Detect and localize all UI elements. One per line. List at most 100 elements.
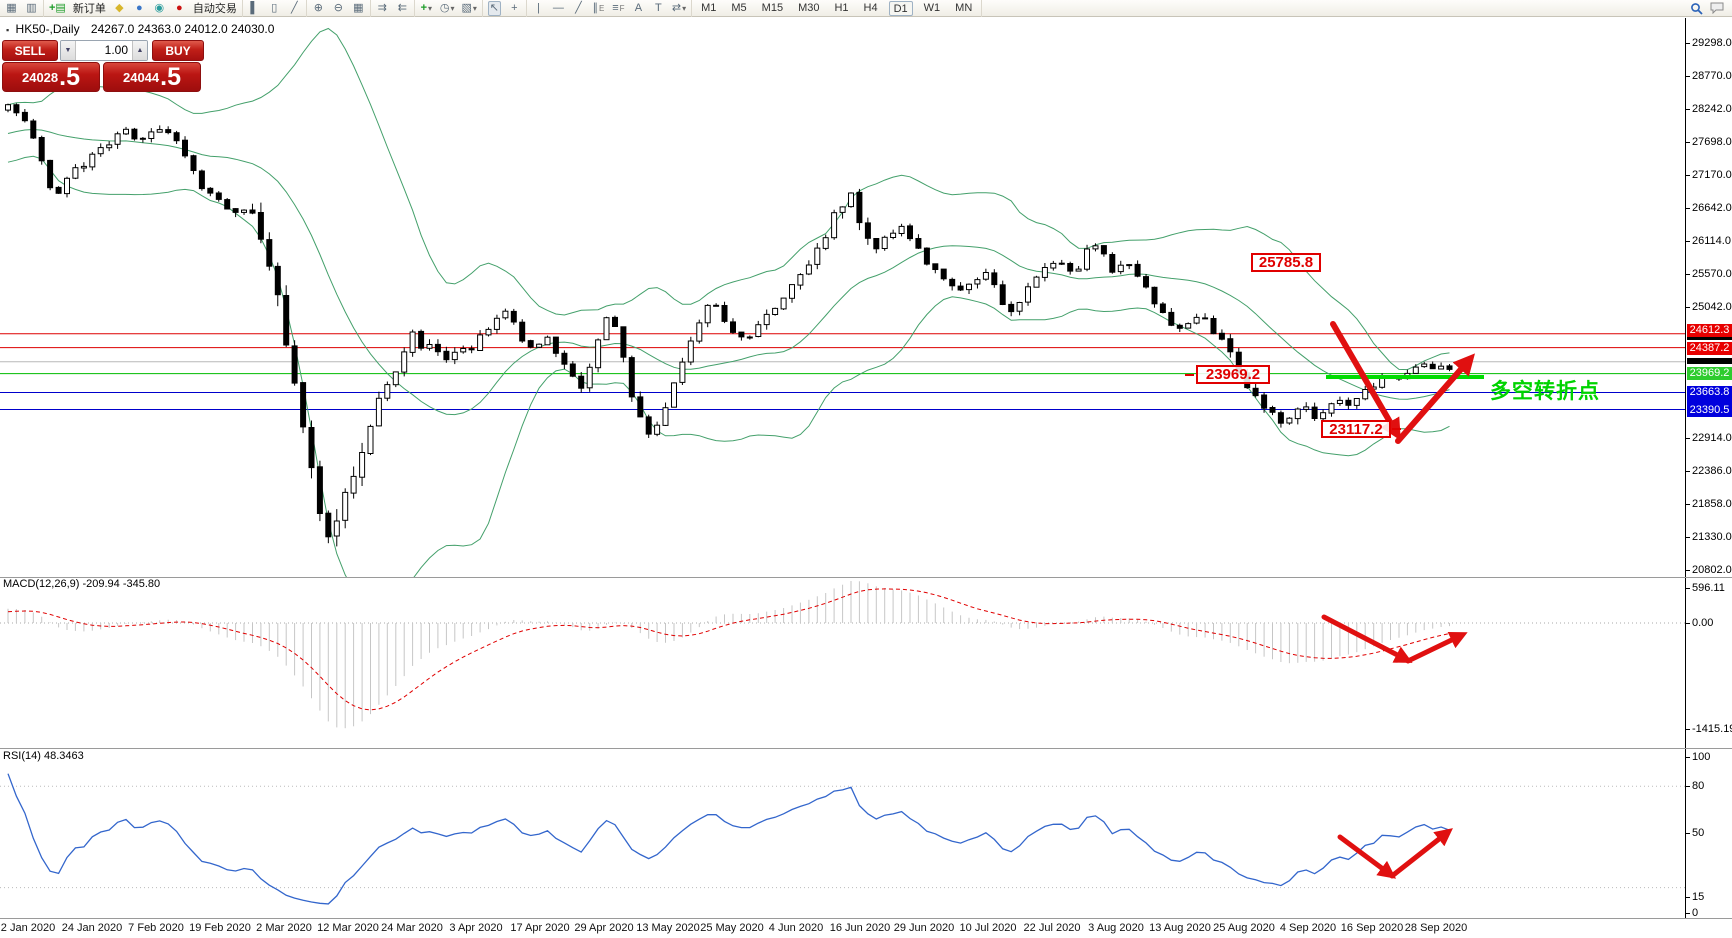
- price-axis-label: 29298.0: [1692, 37, 1732, 49]
- date-axis-label: 24 Mar 2020: [381, 922, 443, 934]
- price-tag: [1687, 358, 1732, 364]
- annotation-pivot: 23969.2: [1196, 365, 1270, 384]
- toolbar-group-indicators: +▾ ◷▾ ▧▾: [415, 0, 483, 17]
- timeframe-button-H1[interactable]: H1: [830, 1, 852, 16]
- timeframe-button-M30[interactable]: M30: [794, 1, 823, 16]
- date-axis-label: 2 Jan 2020: [1, 922, 55, 934]
- text-icon[interactable]: A: [632, 1, 645, 16]
- timeframe-button-W1[interactable]: W1: [920, 1, 945, 16]
- swing-low-dash: [1392, 428, 1401, 430]
- fibonacci-icon[interactable]: ≡F: [612, 1, 625, 16]
- chart-title: ▪ HK50-,Daily 24267.0 24363.0 24012.0 24…: [6, 22, 274, 36]
- one-click-trading-panel: SELL ▼ 1.00 ▲ BUY 24028 .5 24044 .5: [2, 40, 204, 92]
- macd-label: MACD(12,26,9) -209.94 -345.80: [3, 578, 160, 590]
- zoom-out-icon[interactable]: ⊖: [332, 1, 345, 16]
- macd-axis-label: 0.00: [1692, 617, 1713, 629]
- channel-icon[interactable]: ∥E: [592, 1, 605, 16]
- volume-stepper[interactable]: ▼ 1.00 ▲: [60, 40, 148, 61]
- sell-button[interactable]: SELL: [2, 40, 58, 61]
- chart-canvas[interactable]: [0, 0, 1732, 938]
- metaeditor-icon[interactable]: ◆: [113, 1, 126, 16]
- date-axis-label: 29 Apr 2020: [574, 922, 633, 934]
- horizontal-line-icon[interactable]: —: [552, 1, 565, 16]
- price-axis-label: 27698.0: [1692, 136, 1732, 148]
- periods-icon[interactable]: ◷▾: [440, 1, 455, 16]
- price-axis-label: 20802.0: [1692, 564, 1732, 576]
- volume-decrease-button[interactable]: ▼: [61, 41, 76, 60]
- toolbar-group-chart-type: ▌ ▯ ╱: [243, 0, 307, 17]
- line-chart-icon[interactable]: ╱: [288, 1, 301, 16]
- timeframe-button-MN[interactable]: MN: [951, 1, 976, 16]
- search-icon[interactable]: [1690, 1, 1703, 16]
- zoom-in-icon[interactable]: ⊕: [312, 1, 325, 16]
- date-axis-label: 25 May 2020: [700, 922, 764, 934]
- timeframe-button-H4[interactable]: H4: [860, 1, 882, 16]
- volume-increase-button[interactable]: ▲: [132, 41, 147, 60]
- buy-button[interactable]: BUY: [152, 40, 204, 61]
- crosshair-icon[interactable]: +: [508, 1, 521, 16]
- trendline-icon[interactable]: ╱: [572, 1, 585, 16]
- timeframe-button-M15[interactable]: M15: [758, 1, 787, 16]
- date-axis-label: 4 Sep 2020: [1280, 922, 1336, 934]
- date-axis-label: 12 Mar 2020: [317, 922, 379, 934]
- price-tag: 23969.2: [1687, 367, 1732, 380]
- new-order-button[interactable]: 新订单: [73, 0, 106, 16]
- buy-price-main: 24044: [123, 66, 159, 90]
- sell-price-frac: .5: [59, 64, 80, 90]
- price-axis-label: 22386.0: [1692, 465, 1732, 477]
- date-axis-label: 28 Sep 2020: [1405, 922, 1467, 934]
- ohlc-values: 24267.0 24363.0 24012.0 24030.0: [91, 22, 275, 36]
- date-axis-label: 16 Jun 2020: [830, 922, 891, 934]
- pivot-dash: [1185, 374, 1194, 376]
- rsi-axis-label: 80: [1692, 780, 1704, 792]
- community-icon[interactable]: ●: [133, 1, 146, 16]
- price-axis-label: 26642.0: [1692, 202, 1732, 214]
- sell-price-panel[interactable]: 24028 .5: [2, 62, 100, 92]
- templates-icon[interactable]: ▧▾: [461, 1, 476, 16]
- candlestick-chart-icon[interactable]: ▯: [268, 1, 281, 16]
- arrows-icon[interactable]: ⇄▾: [672, 1, 686, 16]
- price-axis-label: 26114.0: [1692, 235, 1731, 247]
- volume-input[interactable]: 1.00: [76, 41, 132, 60]
- timeframe-button-D1[interactable]: D1: [889, 1, 913, 16]
- autotrading-button[interactable]: 自动交易: [193, 0, 237, 16]
- vertical-line-icon[interactable]: |: [532, 1, 545, 16]
- new-order-icon[interactable]: +▤: [49, 1, 66, 16]
- cursor-icon[interactable]: ↖: [488, 1, 501, 16]
- annotation-swing-high: 25785.8: [1251, 253, 1321, 272]
- indicators-icon[interactable]: +▾: [420, 1, 433, 16]
- signals-icon[interactable]: ◉: [153, 1, 166, 16]
- tile-windows-icon[interactable]: ▦: [352, 1, 365, 16]
- rsi-axis-label: 100: [1692, 751, 1710, 763]
- price-axis-label: 28770.0: [1692, 70, 1732, 82]
- price-axis-label: 27170.0: [1692, 169, 1732, 181]
- chart-shift-icon[interactable]: ⇇: [396, 1, 409, 16]
- print-preview-icon[interactable]: ▥: [25, 1, 38, 16]
- date-axis-label: 19 Feb 2020: [189, 922, 251, 934]
- date-axis-label: 2 Mar 2020: [256, 922, 312, 934]
- chat-icon[interactable]: [1710, 1, 1724, 16]
- price-tag: 24612.3: [1687, 324, 1732, 337]
- macd-axis-label: -1415.19: [1692, 723, 1732, 735]
- timeframe-button-M5[interactable]: M5: [727, 1, 750, 16]
- date-axis-label: 13 May 2020: [636, 922, 700, 934]
- chart-window-icon[interactable]: ▦: [5, 1, 18, 16]
- timeframe-button-M1[interactable]: M1: [697, 1, 720, 16]
- toolbar-group-cursor: ↖ +: [483, 0, 527, 17]
- toolbar-group-scroll: ⇉ ⇇: [371, 0, 415, 17]
- symbol-period-label: HK50-,Daily: [16, 22, 80, 36]
- rsi-axis-label: 15: [1692, 891, 1704, 903]
- buy-price-panel[interactable]: 24044 .5: [103, 62, 201, 92]
- label-icon[interactable]: T: [652, 1, 665, 16]
- rsi-label: RSI(14) 48.3463: [3, 750, 84, 762]
- price-axis-label: 22914.0: [1692, 432, 1732, 444]
- bar-chart-icon[interactable]: ▌: [248, 1, 261, 16]
- macd-axis-label: 596.11: [1692, 582, 1725, 594]
- main-toolbar: ▦ ▥ +▤ 新订单 ◆ ● ◉ ● 自动交易 ▌ ▯ ╱ ⊕ ⊖ ▦ ⇉ ⇇ …: [0, 0, 1732, 17]
- price-axis-label: 25042.0: [1692, 301, 1732, 313]
- date-axis-label: 13 Aug 2020: [1149, 922, 1211, 934]
- autotrading-icon[interactable]: ●: [173, 1, 186, 16]
- auto-scroll-icon[interactable]: ⇉: [376, 1, 389, 16]
- sell-price-main: 24028: [22, 66, 58, 90]
- toolbar-group-right: [1685, 0, 1732, 17]
